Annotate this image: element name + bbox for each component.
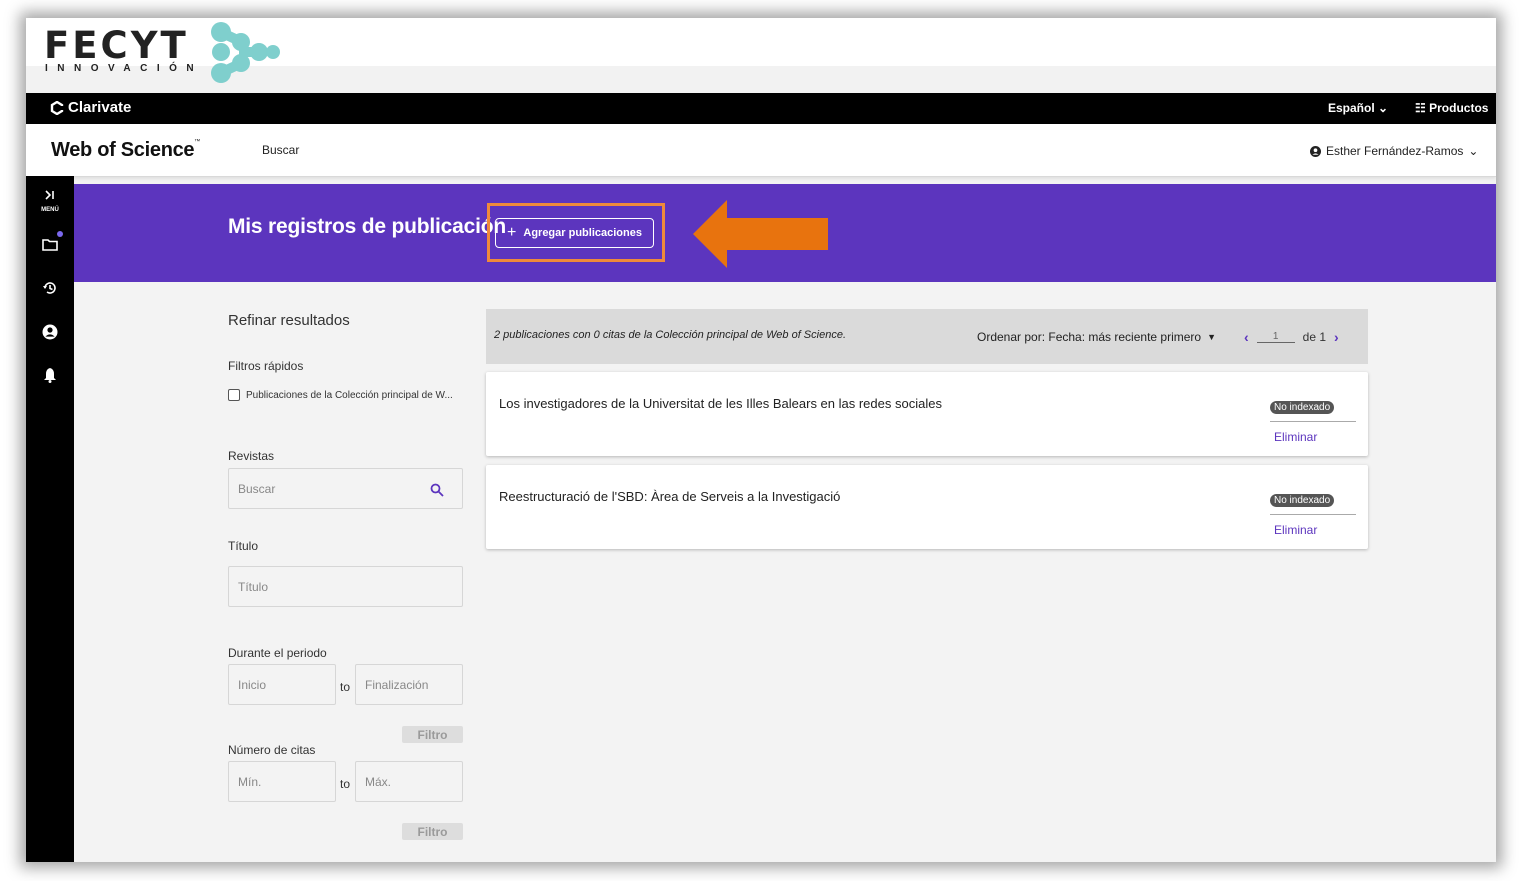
- publication-title[interactable]: Reestructuració de l'SBD: Àrea de Servei…: [499, 489, 840, 504]
- citations-filter-button[interactable]: Filtro: [402, 823, 463, 840]
- status-badge: No indexado: [1270, 401, 1335, 414]
- period-end-placeholder: Finalización: [365, 677, 429, 692]
- checkbox[interactable]: [228, 389, 240, 401]
- citations-to-label: to: [340, 777, 351, 791]
- citations-label: Número de citas: [228, 743, 316, 757]
- journals-search-placeholder: Buscar: [238, 481, 276, 496]
- add-publications-label: Agregar publicaciones: [523, 227, 642, 239]
- divider: [1270, 514, 1356, 515]
- journals-search-input[interactable]: Buscar: [228, 468, 463, 509]
- journals-label: Revistas: [228, 449, 275, 463]
- language-selector[interactable]: Español ⌄: [1328, 101, 1388, 115]
- citations-min-input[interactable]: Mín.: [228, 761, 336, 802]
- period-start-placeholder: Inicio: [238, 677, 267, 692]
- period-filter-button[interactable]: Filtro: [402, 726, 463, 743]
- notification-dot: [57, 231, 63, 237]
- menu-label: MENÚ: [41, 207, 59, 213]
- pagination: ‹ 1 de 1 ›: [1244, 329, 1339, 345]
- page-total: de 1: [1302, 330, 1327, 344]
- refine-results-title: Refinar resultados: [228, 312, 350, 329]
- chevron-right-icon[interactable]: ›: [1334, 329, 1339, 345]
- remove-link[interactable]: Eliminar: [1274, 523, 1317, 537]
- page-number-input[interactable]: 1: [1256, 331, 1295, 343]
- add-publications-button[interactable]: + Agregar publicaciones: [495, 218, 654, 248]
- status-badge: No indexado: [1270, 494, 1335, 507]
- title-filter-placeholder: Título: [238, 579, 269, 594]
- web-of-science-logo[interactable]: Web of Science™: [51, 139, 200, 162]
- page-title: Mis registros de publicación: [228, 215, 506, 238]
- chevron-down-icon: ⌄: [1378, 101, 1389, 115]
- products-menu[interactable]: ☷ Productos: [1415, 101, 1488, 115]
- page-banner: Mis registros de publicación + Agregar p…: [74, 184, 1496, 282]
- history-icon[interactable]: [26, 280, 74, 296]
- clarivate-logo-icon: [50, 100, 64, 115]
- nav-search-link[interactable]: Buscar: [262, 143, 299, 157]
- fecyt-wordmark: FECYT: [44, 24, 189, 67]
- period-label: Durante el periodo: [228, 646, 327, 660]
- plus-icon: +: [507, 224, 517, 241]
- publication-card: Los investigadores de la Universitat de …: [486, 372, 1368, 456]
- period-start-input[interactable]: Inicio: [228, 664, 336, 705]
- chevron-left-icon[interactable]: ‹: [1244, 329, 1249, 345]
- bell-icon[interactable]: [26, 367, 74, 383]
- citations-min-placeholder: Mín.: [238, 774, 262, 789]
- trademark-mark: ™: [194, 139, 200, 145]
- profile-icon[interactable]: [26, 324, 74, 340]
- fecyt-logo-icon: [211, 22, 280, 83]
- caret-down-icon: ▼: [1207, 332, 1217, 342]
- publication-title[interactable]: Los investigadores de la Universitat de …: [499, 396, 942, 411]
- search-icon[interactable]: [430, 483, 444, 497]
- user-menu[interactable]: Esther Fernández-Ramos ⌄: [1310, 144, 1478, 158]
- folder-icon[interactable]: [26, 238, 74, 251]
- fecyt-header: FECYT INNOVACIÓN: [26, 18, 1496, 93]
- side-menu: MENÚ: [26, 176, 74, 862]
- user-account-icon: [1310, 145, 1321, 157]
- arrow-left-icon: [693, 200, 828, 268]
- divider: [1270, 421, 1356, 422]
- chevron-down-icon: ⌄: [1468, 144, 1479, 158]
- citations-max-placeholder: Máx.: [365, 774, 392, 789]
- app-window: FECYT INNOVACIÓN Clarivate Español ⌄ ☷ P…: [26, 18, 1496, 862]
- remove-link[interactable]: Eliminar: [1274, 430, 1317, 444]
- citations-max-input[interactable]: Máx.: [355, 761, 463, 802]
- core-collection-filter[interactable]: Publicaciones de la Colección principal …: [228, 389, 453, 401]
- results-summary: 2 publicaciones con 0 citas de la Colecc…: [494, 329, 846, 341]
- sort-dropdown[interactable]: Ordenar por: Fecha: más reciente primero…: [977, 330, 1216, 344]
- expand-menu-icon[interactable]: [26, 190, 74, 200]
- checkbox-label: Publicaciones de la Colección principal …: [246, 389, 453, 401]
- title-filter-label: Título: [228, 539, 259, 553]
- period-end-input[interactable]: Finalización: [355, 664, 463, 705]
- clarivate-brand[interactable]: Clarivate: [50, 99, 131, 116]
- clarivate-topbar: Clarivate Español ⌄ ☷ Productos: [26, 93, 1496, 124]
- title-filter-input[interactable]: Título: [228, 566, 463, 607]
- clarivate-brand-label: Clarivate: [68, 99, 132, 116]
- user-name: Esther Fernández-Ramos: [1326, 144, 1464, 158]
- grid-icon: ☷: [1415, 101, 1426, 115]
- fecyt-subtitle: INNOVACIÓN: [45, 63, 204, 74]
- period-to-label: to: [340, 680, 351, 694]
- publication-card: Reestructuració de l'SBD: Àrea de Servei…: [486, 465, 1368, 549]
- results-header: 2 publicaciones con 0 citas de la Colecc…: [486, 309, 1368, 364]
- quick-filters-label: Filtros rápidos: [228, 359, 304, 373]
- product-navbar: Web of Science™ Buscar Esther Fernández-…: [26, 124, 1496, 177]
- sort-label: Ordenar por: Fecha: más reciente primero: [977, 330, 1202, 344]
